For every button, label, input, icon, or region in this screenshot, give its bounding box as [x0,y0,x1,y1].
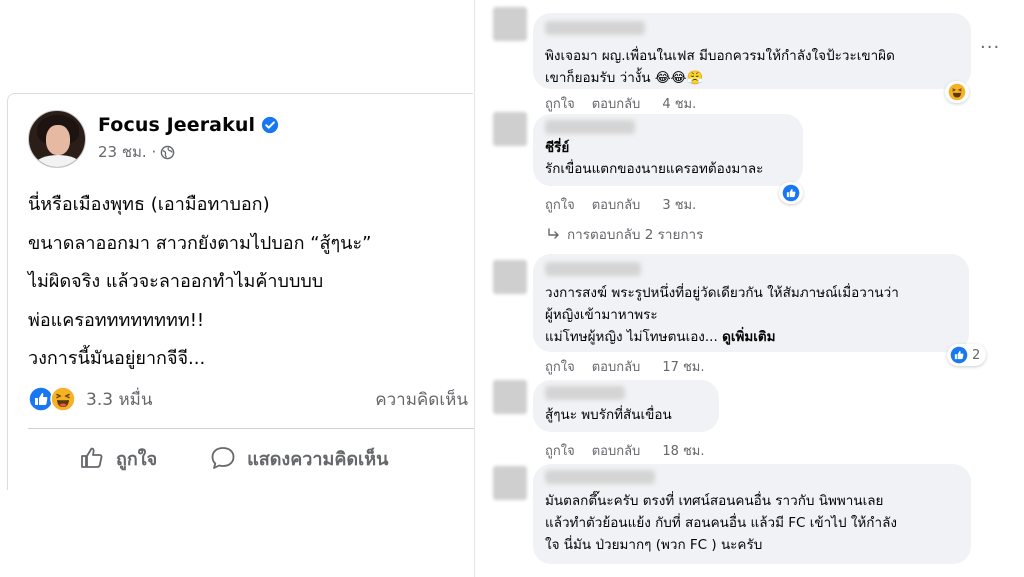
comment-avatar[interactable] [493,7,527,41]
comments-label[interactable]: ความคิดเห็น [375,386,468,413]
comments-panel: ··· พิงเจอมา ผญ.เพื่อนในเฟส มีบอกควรมให้… [474,0,1024,577]
post-line: ขนาดลาออกมา สาวกยังตามไปบอก “สู้ๆนะ” [28,232,372,254]
comment-time[interactable]: 3 ชม. [662,194,696,215]
thumbs-up-icon [81,447,103,468]
post-meta: Focus Jeerakul 23 ชม. · [98,114,279,164]
reactions-row: 3.3 หมื่น ความคิดเห็น [28,385,468,413]
comment-time[interactable]: 4 ชม. [662,93,696,114]
reaction-count: 2 [972,347,981,363]
comment-time[interactable]: 18 ชม. [662,440,704,461]
reply-arrow-icon [548,228,559,239]
author-avatar[interactable] [28,110,86,168]
post-line: ไม่ผิดจริง แล้วจะลาออกทำไมค้าบบบบ [28,271,324,292]
comment-footer: ถูกใจ ตอบกลับ 18 ชม. [545,440,722,461]
comment-text: เขาก็ยอมรับ ว่างั้น 😂😂😤 [545,70,704,86]
post-time-row: 23 ชม. · [98,140,279,164]
see-more-link[interactable]: ดูเพิ่มเติม [722,329,775,345]
comment-reply-link[interactable]: ตอบกลับ [592,93,641,114]
verified-badge-icon [261,116,279,134]
post-time[interactable]: 23 ชม. · [98,140,156,164]
author-row: Focus Jeerakul [98,114,279,136]
comment-bubble: ชีรี่ย์ รักเขื่อนแตกของนายแครอทต้องมาละ [533,114,803,186]
comment-like-link[interactable]: ถูกใจ [545,356,575,377]
post-card: Focus Jeerakul 23 ชม. · นี่หรือเมืองพุทธ… [7,93,474,490]
more-options-button[interactable]: ··· [980,37,1000,58]
comment-like-link[interactable]: ถูกใจ [545,93,575,114]
comment-bubble: สู้ๆนะ พบรักที่สันเขื่อน [533,380,719,432]
comment-footer: ถูกใจ ตอบกลับ 4 ชม. [545,93,713,114]
like-button[interactable]: ถูกใจ [78,438,157,478]
reaction-count[interactable]: 3.3 หมื่น [86,386,152,413]
comment-reaction[interactable]: 2 [947,344,987,366]
comment-avatar[interactable] [493,112,527,146]
comment-text: พิงเจอมา ผญ.เพื่อนในเฟส มีบอกควรมให้กำลั… [545,48,895,64]
comment-bubble: มันตลกตึ๊นะครับ ตรงที่ เทศน์สอนคนอื่น รา… [533,464,971,564]
comment-text: รักเขื่อนแตกของนายแครอทต้องมาละ [545,161,764,177]
comment-text: สู้ๆนะ พบรักที่สันเขื่อน [545,407,672,423]
comment-like-link[interactable]: ถูกใจ [545,194,575,215]
comment-time[interactable]: 17 ชม. [662,356,704,377]
post-line: พ่อแครอทททททททท!! [28,309,205,331]
comment-text: มันตลกตึ๊นะครับ ตรงที่ เทศน์สอนคนอื่น รา… [545,493,884,509]
comment-author-blurred[interactable] [545,470,655,484]
post-header: Focus Jeerakul 23 ชม. · [28,110,279,168]
comment-reaction[interactable] [779,182,803,204]
comment-button[interactable]: แสดงความคิดเห็น [209,438,388,478]
comment-reply-link[interactable]: ตอบกลับ [592,194,641,215]
haha-icon [50,386,76,412]
comment-text-line: แม่โทษผู้หญิง ไม่โทษตนเอง... ดูเพิ่มเติม [545,326,957,348]
like-icon [782,184,800,202]
comment-author-blurred[interactable] [545,21,645,35]
comment-author-blurred[interactable] [545,386,625,400]
comment-avatar[interactable] [493,260,527,294]
comment-bubble: วงการสงฆ์ พระรูปหนึ่งที่อยู่วัดเดียวกัน … [533,254,969,352]
comment-footer: ถูกใจ ตอบกลับ 3 ชม. [545,194,713,215]
post-line: นี่หรือเมืองพุทธ (เอามือทาบอก) [28,194,270,215]
comment-text: ใจ นี่มัน ป่วยมากๆ (พวก FC ) นะครับ [545,537,763,553]
like-icon [950,346,968,364]
comment-avatar[interactable] [493,380,527,414]
comment-button-label: แสดงความคิดเห็น [247,448,389,470]
comment-reaction[interactable] [945,81,969,103]
comment-author-blurred[interactable] [545,262,641,276]
comment-avatar[interactable] [493,466,527,500]
comment-text: ผู้หญิงเข้ามาหาพระ [545,307,658,323]
post-line: วงการนี้มันอยู่ยากจีจี... [28,348,206,369]
view-replies-label: การตอบกลับ 2 รายการ [567,227,704,243]
comment-text: แล้วทำตัวย้อนแย้ง กับที่ สอนคนอื่น แล้วม… [545,515,897,531]
author-name[interactable]: Focus Jeerakul [98,114,255,136]
comment-bubble: พิงเจอมา ผญ.เพื่อนในเฟส มีบอกควรมให้กำลั… [533,13,971,89]
comment-author[interactable]: ชีรี่ย์ [545,138,791,158]
like-button-label: ถูกใจ [116,448,158,470]
comment-footer: ถูกใจ ตอบกลับ 17 ชม. [545,356,722,377]
divider [28,428,474,429]
comment-text: แม่โทษผู้หญิง ไม่โทษตนเอง... [545,329,718,345]
comment-author-blurred[interactable] [545,120,635,134]
comment-reply-link[interactable]: ตอบกลับ [592,356,641,377]
comment-bubble-icon [211,447,235,469]
view-replies-link[interactable]: การตอบกลับ 2 รายการ [547,223,703,245]
globe-icon [160,145,175,159]
post-actions: ถูกใจ แสดงความคิดเห็น [28,438,474,478]
comment-text: วงการสงฆ์ พระรูปหนึ่งที่อยู่วัดเดียวกัน … [545,285,899,301]
haha-icon [948,83,966,101]
post-text: นี่หรือเมืองพุทธ (เอามือทาบอก) ขนาดลาออก… [28,186,458,379]
comment-like-link[interactable]: ถูกใจ [545,440,575,461]
reaction-icons[interactable] [28,386,76,412]
comment-reply-link[interactable]: ตอบกลับ [592,440,641,461]
